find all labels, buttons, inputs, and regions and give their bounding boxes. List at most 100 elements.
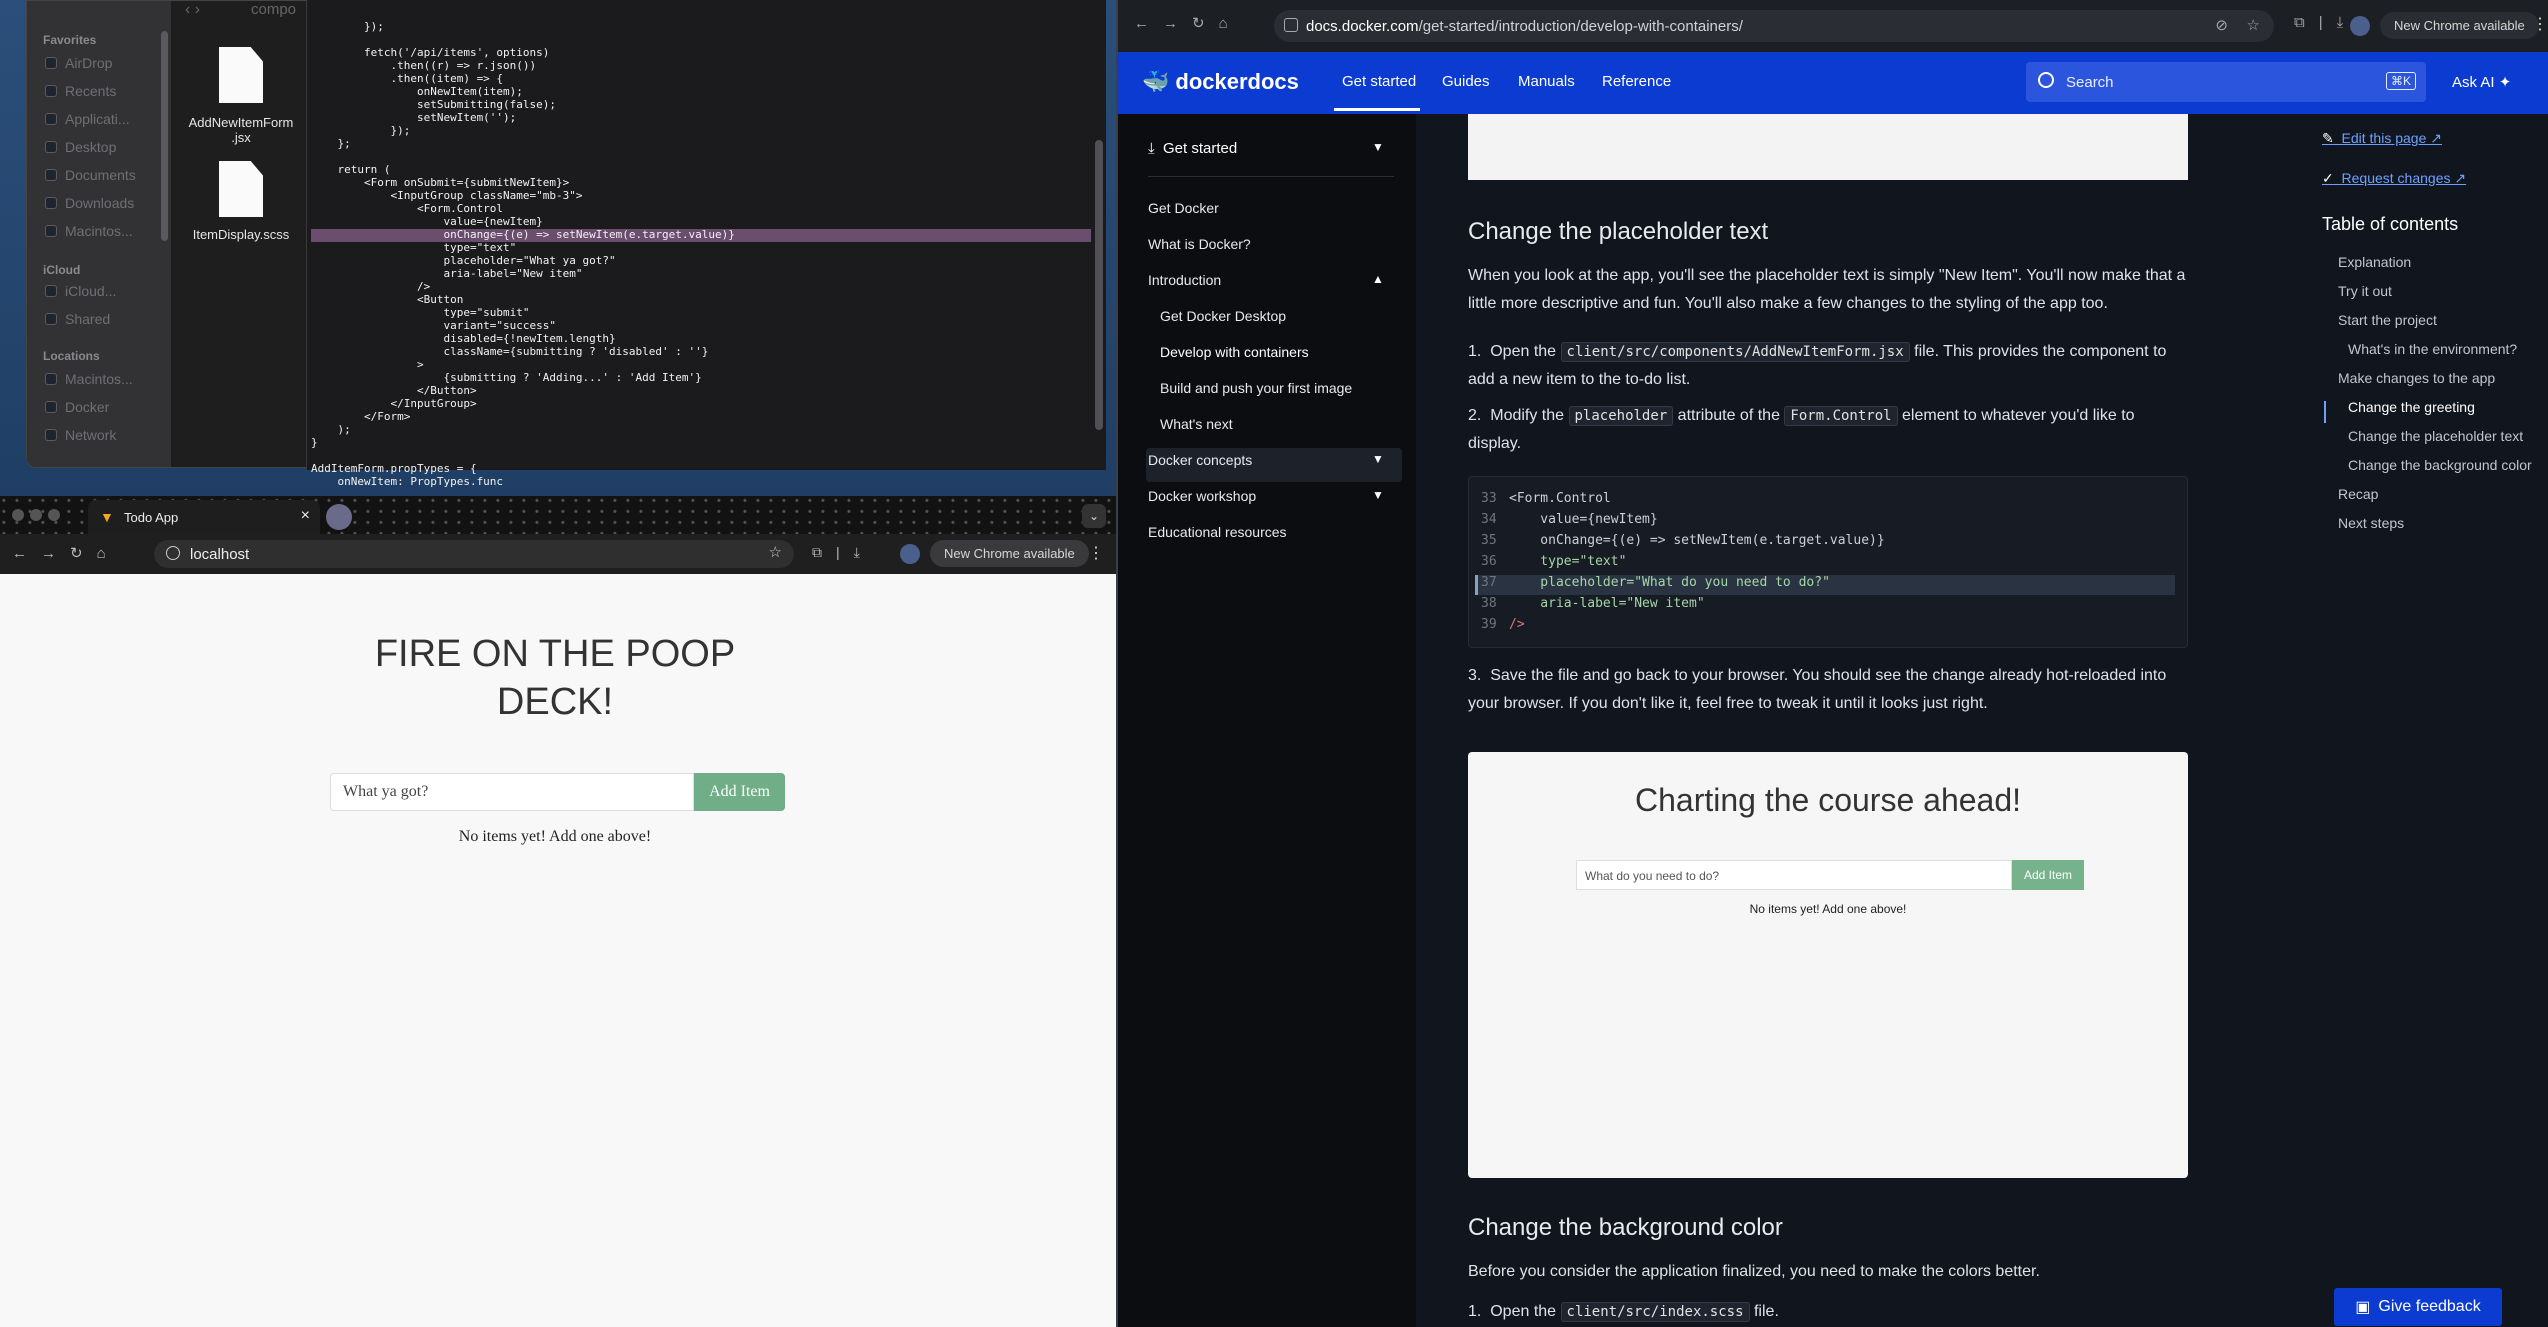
site-info-icon[interactable] [1284,18,1298,32]
extension-icons[interactable]: ⧉|⤓ [2294,14,2357,31]
give-feedback-button[interactable]: ▣ Give feedback [2334,1288,2502,1326]
window-controls[interactable] [12,509,60,521]
toc-item-explanation[interactable]: Explanation [2338,254,2411,270]
sidebar-item-introduction[interactable]: Introduction [1148,272,1221,288]
finder-item-documents[interactable]: Documents [45,167,136,183]
site-info-icon[interactable] [166,546,180,560]
chevron-down-icon[interactable]: ▼ [1372,452,1384,466]
sidebar-item-develop-with-containers[interactable]: Develop with containers [1160,344,1309,360]
edit-page-link[interactable]: ✎ Edit this page ↗ [2322,130,2442,147]
finder-item-docker[interactable]: Docker [45,399,109,415]
add-item-button[interactable]: Add Item [694,773,785,811]
sidebar-item-educational-resources[interactable]: Educational resources [1148,524,1287,540]
sidebar-item-docker-concepts[interactable]: Docker concepts [1148,452,1252,468]
finder-item-desktop[interactable]: Desktop [45,139,116,155]
search-shortcut: ⌘K [2385,72,2416,90]
nav-guides[interactable]: Guides [1442,73,1490,90]
finder-item-macintosh-hd[interactable]: Macintos... [45,371,133,387]
nav-active-indicator [1334,108,1420,111]
nav-get-started[interactable]: Get started [1342,73,1416,90]
code-line: 39/> [1481,617,1525,632]
sidebar-item-get-docker[interactable]: Get Docker [1148,200,1219,216]
finder-item-shared[interactable]: Shared [45,311,110,327]
code-block[interactable]: 33 <Form.Control 34 value={newItem} 35 on… [1468,476,2188,648]
new-item-input[interactable]: What ya got? [330,773,694,811]
sparkle-icon: ✦ [2498,74,2512,91]
finder-item-network[interactable]: Network [45,427,116,443]
tab-search-icon[interactable]: ⌄ [1082,504,1106,528]
minimize-window-icon[interactable] [30,509,42,521]
toc-item-change-background[interactable]: Change the background color [2348,457,2532,473]
sidebar-section-get-started[interactable]: ⤓ Get started [1148,140,1237,157]
new-tab-icon[interactable] [326,504,352,530]
finder-item-airdrop[interactable]: AirDrop [45,55,112,71]
toc-item-try-it-out[interactable]: Try it out [2338,283,2392,299]
finder-sidebar-scrollbar[interactable] [161,31,168,241]
sidebar-divider [1148,176,1394,177]
docker-logo[interactable]: 🐳 dockerdocs [1142,69,1299,95]
close-tab-icon[interactable]: × [301,507,310,525]
nav-buttons[interactable]: ←→↻⌂ [1134,14,1242,32]
finder-item-recents[interactable]: Recents [45,83,116,99]
sidebar-item-docker-workshop[interactable]: Docker workshop [1148,488,1256,504]
finder-file-area: ‹ › compo AddNewItemForm .jsx ItemDispla… [171,1,313,467]
editor-scrollbar[interactable] [1095,140,1103,430]
toc-item-start-project[interactable]: Start the project [2338,312,2437,328]
bookmark-star-icon[interactable]: ☆ [769,543,782,561]
ask-ai-button[interactable]: Ask AI ✦ [2452,73,2511,91]
nav-reference[interactable]: Reference [1602,73,1671,90]
scss-file-icon[interactable] [219,161,263,217]
menu-icon[interactable]: ⋮ [2532,14,2548,34]
chevron-up-icon[interactable]: ▲ [1372,272,1384,286]
finder-item-icloud[interactable]: iCloud... [45,283,116,299]
file-itemdisplay[interactable]: ItemDisplay.scss [181,227,301,242]
finder-item-downloads[interactable]: Downloads [45,195,134,211]
address-bar[interactable]: localhost ☆ [154,540,794,568]
inline-code-form-control: Form.Control [1784,406,1898,426]
download-icon [45,197,57,209]
bookmark-star-icon[interactable]: ☆ [2247,16,2260,34]
extension-icons[interactable]: ⧉|⤓ [812,544,874,561]
page-title: FIRE ON THE POOP DECK! [374,633,736,723]
sidebar-item-get-docker-desktop[interactable]: Get Docker Desktop [1160,308,1286,324]
update-chip[interactable]: New Chrome available [2380,12,2539,39]
jsx-file-icon[interactable] [219,47,263,103]
toc-item-environment[interactable]: What's in the environment? [2348,341,2517,357]
step-4: 1. Open the client/src/index.scss file. [1468,1302,1779,1322]
editor-code[interactable]: }); fetch('/api/items', options) .then((… [311,20,735,488]
sidebar-item-what-is-docker[interactable]: What is Docker? [1148,236,1251,252]
file-addnewitemform[interactable]: AddNewItemForm .jsx [181,115,301,145]
nav-manuals[interactable]: Manuals [1518,73,1575,90]
toc-item-make-changes[interactable]: Make changes to the app [2338,370,2495,386]
tab-todo-app[interactable]: ▼ Todo App × [88,500,320,534]
nav-buttons[interactable]: ←→↻⌂ [12,544,120,562]
profile-avatar[interactable] [2350,16,2370,36]
request-changes-link[interactable]: ✓ Request changes ↗ [2322,170,2466,187]
chevron-down-icon[interactable]: ▼ [1372,140,1384,154]
toc-item-next-steps[interactable]: Next steps [2338,515,2404,531]
app-preview-screenshot: Charting the course ahead! What do you n… [1468,752,2188,1178]
address-bar[interactable]: docs.docker.com/get-started/introduction… [1274,10,2274,42]
back-forward-icon[interactable]: ‹ › [185,1,200,19]
sidebar-item-whats-next[interactable]: What's next [1160,416,1233,432]
chevron-down-icon[interactable]: ▼ [1372,488,1384,502]
toc-item-change-greeting[interactable]: Change the greeting [2348,399,2475,415]
sidebar-item-build-and-push[interactable]: Build and push your first image [1160,380,1352,396]
update-chip[interactable]: New Chrome available [930,540,1089,567]
close-window-icon[interactable] [12,509,24,521]
toc-active-indicator [2324,401,2326,423]
clock-icon [45,85,57,97]
eye-off-icon[interactable]: ⊘ [2215,16,2228,34]
menu-icon[interactable]: ⋮ [1088,543,1104,563]
finder-sidebar: Favorites AirDrop Recents Applicati... D… [27,1,171,467]
search-input[interactable]: Search ⌘K [2026,62,2426,102]
toc-item-change-placeholder[interactable]: Change the placeholder text [2348,428,2523,444]
toc-item-recap[interactable]: Recap [2338,486,2378,502]
locations-heading: Locations [43,349,100,363]
profile-avatar[interactable] [900,544,920,564]
finder-item-applications[interactable]: Applicati... [45,111,130,127]
icloud-heading: iCloud [43,263,81,277]
zoom-window-icon[interactable] [48,509,60,521]
table-of-contents: ✎ Edit this page ↗ ✓ Request changes ↗ T… [2312,114,2548,1327]
finder-item-macintosh[interactable]: Macintos... [45,223,133,239]
